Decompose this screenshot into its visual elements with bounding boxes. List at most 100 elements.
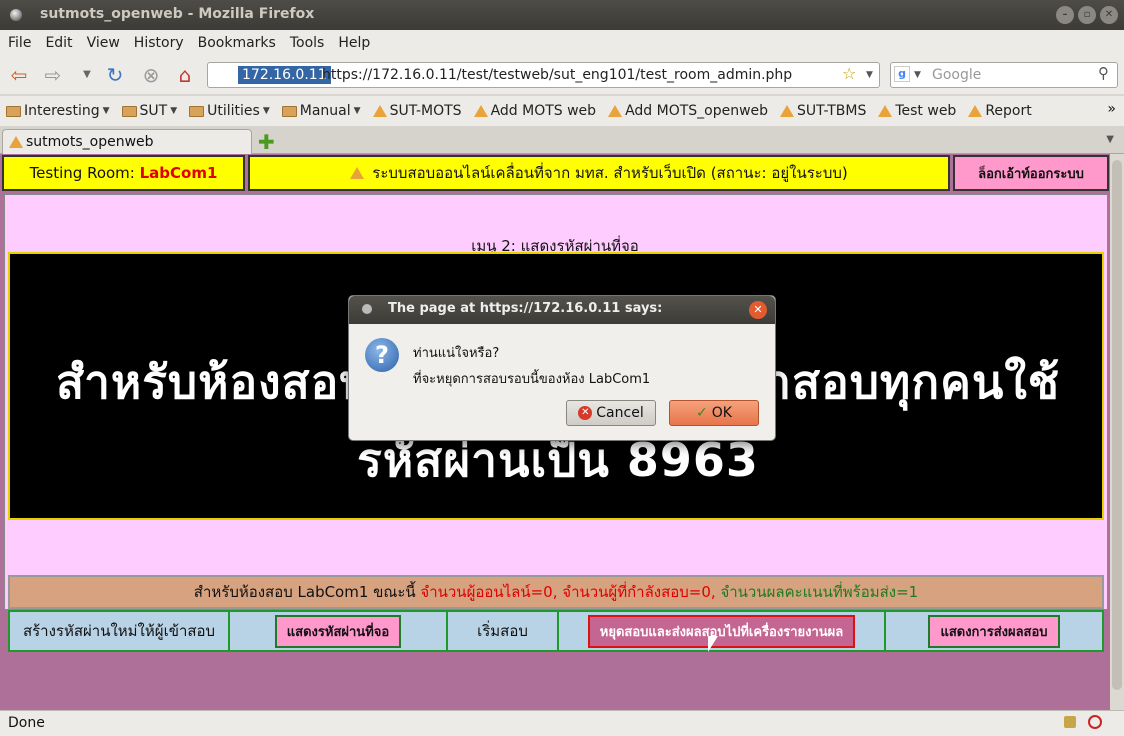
status-online-count: จำนวนผู้ออนไลน์=0,	[420, 583, 558, 601]
back-arrow-icon[interactable]: ⇦	[6, 62, 32, 88]
status-prefix: สำหรับห้องสอบ LabCom1 ขณะนี้	[193, 583, 416, 601]
menubar: File Edit View History Bookmarks Tools H…	[0, 30, 1124, 56]
system-title: ระบบสอบออนไลน์เคลื่อนที่จาก มทส. สำหรับเ…	[372, 164, 848, 182]
search-engine-dropdown-icon[interactable]: ▼	[914, 70, 921, 80]
ok-label: OK	[711, 405, 732, 421]
bookmark-sut-mots[interactable]: SUT-MOTS	[372, 103, 462, 119]
search-icon[interactable]: ⚲	[1098, 64, 1109, 82]
new-tab-icon[interactable]: ✚	[258, 130, 275, 154]
menu-history[interactable]: History	[134, 35, 184, 51]
dialog-message-line1: ท่านแน่ใจหรือ?	[413, 346, 500, 361]
menu-tools[interactable]: Tools	[290, 35, 325, 51]
dialog-ok-button[interactable]: ✓ OK	[669, 400, 759, 426]
show-send-results-cell: แสดงการส่งผลสอบ	[886, 612, 1102, 650]
bookmark-add-mots-web[interactable]: Add MOTS web	[473, 103, 596, 119]
lock-icon[interactable]	[1064, 716, 1076, 728]
status-testing-count: จำนวนผู้ที่กำลังสอบ=0,	[562, 583, 716, 601]
logout-button[interactable]: ล็อกเอ้าท์ออกระบบ	[953, 155, 1109, 191]
status-bar: Done	[0, 710, 1124, 736]
tab-sutmots-openweb[interactable]: sutmots_openweb	[2, 129, 252, 154]
bookmark-folder-interesting[interactable]: Interesting ▼	[6, 103, 110, 119]
bookmark-add-mots-openweb[interactable]: Add MOTS_openweb	[608, 103, 768, 119]
menu-help[interactable]: Help	[338, 35, 370, 51]
folder-icon	[189, 105, 205, 117]
folder-icon	[6, 105, 21, 117]
menu-file[interactable]: File	[8, 35, 31, 51]
cancel-label: Cancel	[596, 405, 644, 421]
minimize-button[interactable]: –	[1056, 6, 1074, 24]
bookmark-label: SUT-TBMS	[797, 103, 867, 119]
reload-icon[interactable]: ↻	[102, 62, 128, 88]
chevron-down-icon: ▼	[262, 106, 270, 116]
url-dropdown-icon[interactable]: ▼	[866, 70, 873, 80]
start-test-link[interactable]: เริ่มสอบ	[448, 612, 559, 650]
dialog-cancel-button[interactable]: ✕ Cancel	[566, 400, 656, 426]
bookmark-label: Add MOTS_openweb	[625, 103, 769, 119]
url-host-highlight: 172.16.0.11	[238, 66, 331, 84]
status-ready-count: จำนวนผลคะแนนที่พร้อมส่ง=1	[720, 583, 919, 601]
lamp-icon	[372, 105, 387, 117]
maximize-button[interactable]: ▫	[1078, 6, 1096, 24]
stop-and-send-button[interactable]: หยุดสอบและส่งผลสอบไปที่เครื่องรายงานผล	[587, 614, 856, 648]
chevron-down-icon: ▼	[353, 106, 361, 116]
bookmark-label: Utilities	[207, 103, 260, 119]
bookmarks-overflow-icon[interactable]: »	[1107, 101, 1116, 117]
bookmarks-toolbar: Interesting ▼ SUT ▼ Utilities ▼ Manual ▼…	[0, 96, 1124, 126]
bookmark-sut-tbms[interactable]: SUT-TBMS	[780, 103, 866, 119]
page-header-bar: Testing Room: LabCom1 ระบบสอบออนไลน์เคลื…	[2, 155, 1109, 191]
window-title: sutmots_openweb - Mozilla Firefox	[40, 6, 315, 22]
lamp-icon	[9, 136, 23, 148]
lamp-icon	[473, 105, 488, 117]
bookmark-report[interactable]: Report	[968, 103, 1032, 119]
lamp-icon	[608, 105, 623, 117]
bookmark-test-web[interactable]: Test web	[878, 103, 956, 119]
home-icon[interactable]: ⌂	[172, 62, 198, 88]
system-title-cell: ระบบสอบออนไลน์เคลื่อนที่จาก มทส. สำหรับเ…	[248, 155, 950, 191]
bookmark-label: Test web	[895, 103, 957, 119]
menu-edit[interactable]: Edit	[45, 35, 72, 51]
dialog-title: The page at https://172.16.0.11 says:	[388, 301, 663, 316]
lamp-icon	[878, 105, 893, 117]
bookmark-label: Report	[985, 103, 1032, 119]
show-send-results-button[interactable]: แสดงการส่งผลสอบ	[928, 614, 1060, 648]
dialog-close-icon[interactable]: ✕	[749, 301, 767, 319]
tab-list-dropdown-icon[interactable]: ▼	[1106, 134, 1114, 145]
folder-icon	[121, 105, 137, 117]
bookmark-star-icon[interactable]: ☆	[842, 64, 856, 83]
folder-icon	[281, 105, 297, 117]
dialog-message-line2: ที่จะหยุดการสอบรอบนี้ของห้อง LabCom1	[413, 372, 651, 387]
show-password-button[interactable]: แสดงรหัสผ่านที่จอ	[274, 614, 402, 648]
noscript-icon[interactable]	[1088, 715, 1102, 729]
menu-bookmarks[interactable]: Bookmarks	[198, 35, 276, 51]
search-input[interactable]	[890, 62, 1118, 88]
bookmark-folder-manual[interactable]: Manual ▼	[281, 103, 361, 119]
scrollbar-thumb[interactable]	[1112, 160, 1122, 690]
google-icon[interactable]: g	[894, 66, 910, 82]
search-placeholder: Google	[932, 67, 982, 83]
action-bar: สร้างรหัสผ่านใหม่ให้ผู้เข้าสอบ แสดงรหัสผ…	[8, 610, 1104, 652]
question-icon: ?	[365, 338, 399, 372]
room-status-line: สำหรับห้องสอบ LabCom1 ขณะนี้ จำนวนผู้ออน…	[8, 575, 1104, 609]
stop-icon[interactable]: ⊗	[138, 62, 164, 88]
bookmark-label: SUT	[139, 103, 168, 119]
menu-view[interactable]: View	[87, 35, 120, 51]
mouse-cursor-icon	[708, 636, 718, 652]
window-titlebar: sutmots_openweb - Mozilla Firefox – ▫ ✕	[0, 0, 1124, 30]
forward-arrow-icon[interactable]: ⇨	[40, 62, 66, 88]
lamp-icon	[968, 105, 983, 117]
bookmark-label: Interesting	[24, 103, 100, 119]
create-password-link[interactable]: สร้างรหัสผ่านใหม่ให้ผู้เข้าสอบ	[10, 612, 230, 650]
history-dropdown-icon[interactable]: ▼	[74, 62, 100, 88]
show-password-cell: แสดงรหัสผ่านที่จอ	[230, 612, 448, 650]
stop-and-send-cell: หยุดสอบและส่งผลสอบไปที่เครื่องรายงานผล	[559, 612, 886, 650]
chevron-down-icon: ▼	[102, 106, 110, 116]
url-text[interactable]: https://172.16.0.11/test/testweb/sut_eng…	[322, 67, 792, 83]
window-controls: – ▫ ✕	[1056, 6, 1118, 24]
bookmark-label: Manual	[299, 103, 351, 119]
bookmark-folder-utilities[interactable]: Utilities ▼	[189, 103, 270, 119]
room-name: LabCom1	[139, 164, 218, 182]
dialog-app-icon	[362, 304, 372, 314]
close-button[interactable]: ✕	[1100, 6, 1118, 24]
lamp-icon	[350, 167, 365, 179]
bookmark-folder-sut[interactable]: SUT ▼	[121, 103, 177, 119]
